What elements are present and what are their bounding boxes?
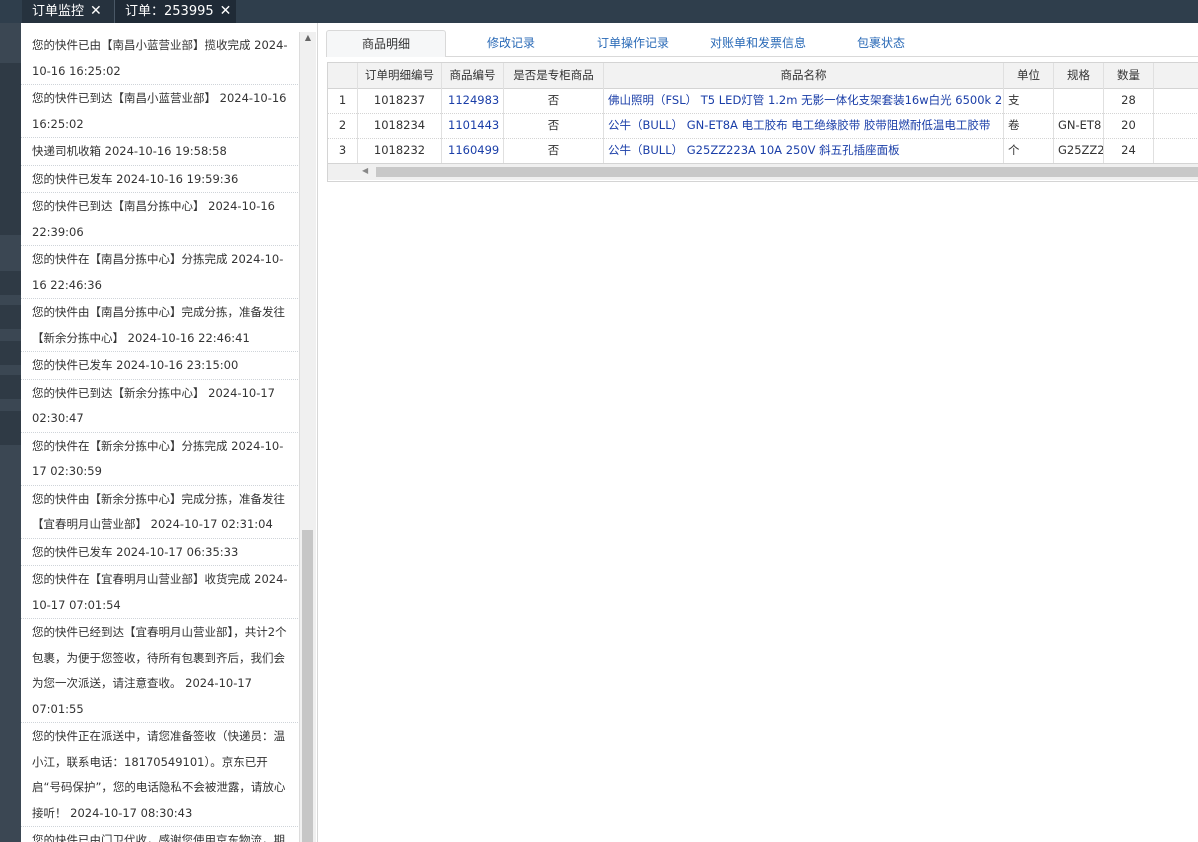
tracking-item: 您的快件已由门卫代收，感谢您使用京东物流，期待再次为您服务 2024-10-17…: [21, 827, 298, 842]
grid-cell[interactable]: 公牛（BULL） G25ZZ223A 10A 250V 斜五孔插座面板: [604, 138, 1004, 163]
rail-segment: [0, 305, 21, 329]
column-header: 单位: [1004, 63, 1054, 88]
detail-tabs: 商品明细 修改记录 订单操作记录 对账单和发票信息 包裹状态: [326, 30, 1198, 57]
tracking-item: 您的快件已到达【南昌小蓝营业部】 2024-10-16 16:25:02: [21, 85, 298, 138]
table-row[interactable]: 1 1018237 1124983 否佛山照明（FSL） T5 LED灯管 1.2m …: [328, 88, 1198, 114]
tab-order-monitor[interactable]: 订单监控 ✕: [22, 0, 114, 23]
grid-cell: 1: [328, 88, 358, 113]
grid-cell[interactable]: 1124983: [442, 88, 504, 113]
close-icon[interactable]: ✕: [90, 0, 102, 22]
close-icon[interactable]: ✕: [220, 0, 232, 22]
column-header: [328, 63, 358, 88]
grid-cell: 20: [1104, 113, 1154, 138]
rail-segment: [0, 341, 21, 365]
column-header: 规格: [1054, 63, 1104, 88]
grid-header-row: 订单明细编号 商品编号 是否是专柜商品 商品名称 单位 规格 数量: [328, 63, 1198, 89]
tab-order-detail[interactable]: 订单：253995 ✕: [114, 0, 236, 23]
grid-cell[interactable]: 公牛（BULL） GN-ET8A 电工胶布 电工绝缘胶带 胶带阻燃耐低温电工胶带: [604, 113, 1004, 138]
tracking-list: 您的快件已由【南昌小蓝营业部】揽收完成 2024-10-16 16:25:02 您…: [21, 32, 298, 842]
tracking-item: 您的快件由【南昌分拣中心】完成分拣，准备发往【新余分拣中心】 2024-10-1…: [21, 299, 298, 352]
tracking-item: 您的快件在【新余分拣中心】分拣完成 2024-10-17 02:30:59: [21, 433, 298, 486]
grid-cell: 否: [504, 113, 604, 138]
tracking-item: 您的快件正在派送中，请您准备签收（快递员：温小江，联系电话：1817054910…: [21, 723, 298, 827]
product-grid: 订单明细编号 商品编号 是否是专柜商品 商品名称 单位 规格 数量 1 1018237 11249…: [327, 62, 1198, 182]
grid-cell: 否: [504, 88, 604, 113]
scroll-up-icon[interactable]: ▲: [303, 32, 313, 44]
tracking-item: 快递司机收箱 2024-10-16 19:58:58: [21, 138, 298, 166]
tab-operation-log[interactable]: 订单操作记录: [578, 30, 688, 56]
tracking-item: 您的快件在【宜春明月山营业部】收货完成 2024-10-17 07:01:54: [21, 566, 298, 619]
top-tab-bar: 订单监控 ✕ 订单：253995 ✕: [0, 0, 1198, 23]
tab-invoice-info[interactable]: 对账单和发票信息: [696, 30, 820, 56]
grid-cell: 3: [328, 138, 358, 163]
tracking-item: 您的快件由【新余分拣中心】完成分拣，准备发往【宜春明月山营业部】 2024-10…: [21, 486, 298, 539]
tracking-item: 您的快件已由【南昌小蓝营业部】揽收完成 2024-10-16 16:25:02: [21, 32, 298, 85]
scrollbar-thumb[interactable]: [376, 167, 1198, 177]
tracking-item: 您的快件已到达【新余分拣中心】 2024-10-17 02:30:47: [21, 380, 298, 433]
tab-change-log[interactable]: 修改记录: [456, 30, 566, 56]
grid-cell: 1018234: [358, 113, 442, 138]
tab-package-status[interactable]: 包裹状态: [826, 30, 936, 56]
tracking-item: 您的快件已发车 2024-10-16 19:59:36: [21, 166, 298, 193]
tab-label: 订单：253995: [125, 4, 214, 19]
grid-cell: 2: [328, 113, 358, 138]
grid-cell: 个: [1004, 138, 1054, 163]
grid-cell: GN-ET8: [1054, 113, 1104, 138]
table-row[interactable]: 3 1018232 1160499 否公牛（BULL） G25ZZ223A 10A 2…: [328, 138, 1198, 164]
grid-cell: 支: [1004, 88, 1054, 113]
grid-cell[interactable]: 1101443: [442, 113, 504, 138]
column-header: 订单明细编号: [358, 63, 442, 88]
column-header: 数量: [1104, 63, 1154, 88]
rail-segment: [0, 271, 21, 295]
side-rail: [0, 23, 21, 842]
column-header: 是否是专柜商品: [504, 63, 604, 88]
panel-divider[interactable]: [317, 23, 318, 842]
grid-cell: 否: [504, 138, 604, 163]
rail-segment: [0, 63, 21, 235]
grid-cell[interactable]: 佛山照明（FSL） T5 LED灯管 1.2m 无影一体化支架套装16w白光 6…: [604, 88, 1004, 113]
grid-cell: 卷: [1004, 113, 1054, 138]
grid-cell: [1054, 88, 1104, 113]
tracking-item: 您的快件已发车 2024-10-17 06:35:33: [21, 539, 298, 566]
grid-cell[interactable]: 1160499: [442, 138, 504, 163]
tracking-item: 您的快件已到达【南昌分拣中心】 2024-10-16 22:39:06: [21, 193, 298, 246]
grid-cell: 1018237: [358, 88, 442, 113]
scrollbar-thumb[interactable]: [302, 530, 313, 842]
tab-product-detail[interactable]: 商品明细: [326, 30, 446, 57]
grid-cell: 24: [1104, 138, 1154, 163]
grid-cell: 1018232: [358, 138, 442, 163]
tracking-item: 您的快件在【南昌分拣中心】分拣完成 2024-10-16 22:46:36: [21, 246, 298, 299]
tracking-item: 您的快件已经到达【宜春明月山营业部】，共计2个包裹，为便于您签收，待所有包裹到齐…: [21, 619, 298, 723]
tracking-scrollbar[interactable]: ▲: [299, 32, 316, 842]
scroll-left-icon[interactable]: ◀: [362, 166, 368, 175]
grid-cell: G25ZZ2: [1054, 138, 1104, 163]
rail-segment: [0, 375, 21, 399]
grid-cell: 28: [1104, 88, 1154, 113]
table-row[interactable]: 2 1018234 1101443 否公牛（BULL） GN-ET8A 电工胶布 电工…: [328, 113, 1198, 139]
grid-horizontal-scrollbar[interactable]: ◀: [328, 163, 1198, 180]
column-header: 商品编号: [442, 63, 504, 88]
tab-label: 订单监控: [32, 4, 85, 19]
tracking-item: 您的快件已发车 2024-10-16 23:15:00: [21, 352, 298, 380]
rail-segment: [0, 411, 21, 445]
column-header: 商品名称: [604, 63, 1004, 88]
